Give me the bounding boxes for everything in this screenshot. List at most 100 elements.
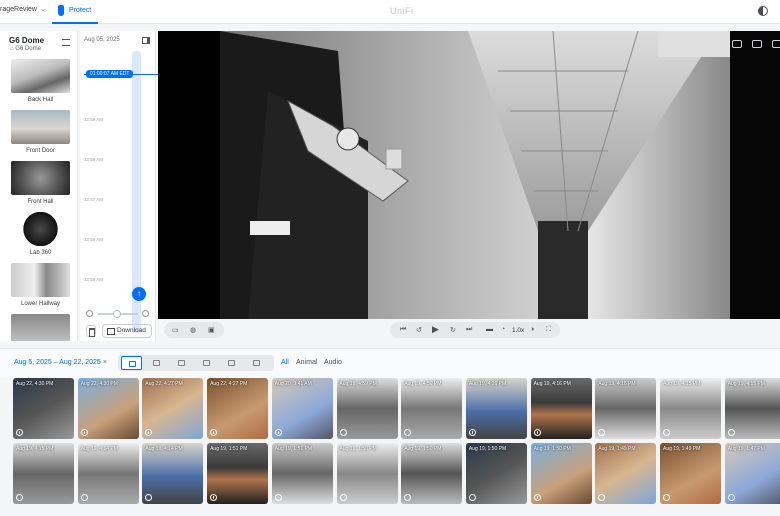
- filter-license-plate[interactable]: [221, 356, 242, 370]
- filter-audio-level[interactable]: [246, 356, 267, 370]
- filter-all[interactable]: All: [281, 359, 289, 366]
- rewind-icon[interactable]: ↺: [416, 326, 422, 334]
- camera-item-lower-hallway[interactable]: Lower Hallway: [11, 263, 70, 307]
- volume-icon[interactable]: ◑: [530, 326, 534, 333]
- playback-controls: ⏮ ↺ ▶ ↻ ⏭ ▬ ◔ 1.0x ◑ ⛶: [390, 322, 560, 338]
- camera-panel-subtitle: ⌂ G6 Dome: [10, 46, 41, 52]
- timeline-tick: 12:56 AM: [84, 237, 104, 242]
- face-icon: [339, 494, 347, 501]
- event-card[interactable]: Aug 19, 4:15 PM: [724, 378, 780, 439]
- event-card[interactable]: Aug 19, 1:50 PM: [465, 443, 527, 504]
- filter-face[interactable]: [171, 356, 192, 370]
- event-timestamp: Aug 19, 4:16 PM: [468, 381, 507, 387]
- event-card[interactable]: Aug 19, 4:15 PM: [13, 443, 74, 504]
- date-range-picker[interactable]: Aug 5, 2025 – Aug 22, 2025: [14, 359, 101, 366]
- filter-all-events[interactable]: [121, 356, 142, 370]
- play-icon[interactable]: ▶: [432, 324, 439, 335]
- event-card[interactable]: Aug 19, 1:49 PM: [595, 443, 657, 504]
- timeline-zoom-slider[interactable]: [86, 309, 152, 319]
- camera-item[interactable]: [11, 314, 70, 341]
- forward-icon[interactable]: ↻: [450, 326, 456, 334]
- video-player[interactable]: [158, 31, 780, 319]
- download-button[interactable]: Download: [102, 324, 152, 338]
- crop-icon[interactable]: [732, 40, 742, 48]
- filter-audio[interactable]: Audio: [324, 359, 342, 366]
- event-timestamp: Aug 22, 4:30 PM: [80, 381, 118, 387]
- timeline-date[interactable]: Aug 05, 2025: [84, 37, 120, 43]
- fullscreen-icon[interactable]: ⛶: [546, 326, 551, 334]
- filter-animal[interactable]: Animal: [296, 359, 317, 366]
- event-card[interactable]: Aug 19, 1:50 PM: [530, 443, 592, 504]
- zoom-handle[interactable]: [113, 310, 121, 318]
- sidebar-toggle-icon[interactable]: [142, 37, 150, 44]
- camera-item-front-hall[interactable]: Front Hall: [11, 161, 70, 205]
- event-card[interactable]: Aug 19, 1:50 PM: [336, 443, 398, 504]
- event-card[interactable]: Aug 22, 4:30 PM: [77, 378, 139, 439]
- zoom-out-icon[interactable]: [86, 310, 93, 317]
- captions-icon[interactable]: ▬: [486, 326, 493, 333]
- snapshot-icon[interactable]: [752, 40, 762, 48]
- event-card[interactable]: Aug 20, 9:41 AM: [271, 378, 333, 439]
- filter-person[interactable]: [146, 356, 167, 370]
- event-timestamp: Aug 19, 4:15 PM: [663, 381, 701, 387]
- motion-zones-icon[interactable]: ◍: [190, 326, 196, 334]
- event-card[interactable]: Aug 22, 4:27 PM: [207, 378, 269, 439]
- event-timestamp: Aug 19, 1:47 PM: [727, 446, 765, 452]
- event-timestamp: Aug 19, 1:51 PM: [210, 446, 248, 452]
- top-bar: rageReview ⌄ Protect UniFi: [0, 0, 780, 24]
- camera-item-front-door[interactable]: Front Door: [11, 110, 70, 154]
- chevron-down-icon[interactable]: ⌄: [40, 5, 46, 13]
- event-timestamp: Aug 19, 1:49 PM: [663, 446, 701, 452]
- event-card[interactable]: Aug 19, 4:59 PM: [401, 378, 463, 439]
- camera-item-back-hall[interactable]: Back Hall: [11, 59, 70, 103]
- filter-vehicle[interactable]: [196, 356, 217, 370]
- trash-icon[interactable]: [86, 325, 96, 337]
- tab-protect[interactable]: Protect: [52, 0, 98, 24]
- theme-toggle-icon[interactable]: [758, 6, 768, 16]
- event-card[interactable]: Aug 19, 1:49 PM: [660, 443, 721, 504]
- skip-next-icon[interactable]: ⏭: [466, 326, 472, 334]
- event-card[interactable]: Aug 19, 4:14 PM: [142, 443, 204, 504]
- camera-panel-title: G6 Dome: [9, 36, 45, 45]
- face-icon: [178, 360, 185, 366]
- event-card[interactable]: Aug 19, 4:16 PM: [530, 378, 592, 439]
- face-icon: [145, 494, 153, 501]
- face-icon: [663, 494, 670, 501]
- event-card[interactable]: Aug 19, 1:51 PM: [271, 443, 333, 504]
- event-card[interactable]: Aug 19, 4:16 PM: [595, 378, 657, 439]
- jump-to-live-button[interactable]: ↑: [132, 287, 146, 301]
- person-icon: [210, 494, 218, 501]
- camera-item-lab-360[interactable]: Lab 360: [11, 212, 70, 256]
- skip-previous-icon[interactable]: ⏮: [400, 326, 406, 334]
- event-card[interactable]: Aug 22, 4:30 PM: [13, 378, 74, 439]
- filter-icon[interactable]: [62, 39, 70, 46]
- event-card[interactable]: Aug 19, 4:15 PM: [660, 378, 721, 439]
- camera-name: Lab 360: [29, 250, 52, 256]
- event-card[interactable]: Aug 19, 4:59 PM: [336, 378, 398, 439]
- event-card[interactable]: Aug 19, 1:50 PM: [401, 443, 463, 504]
- timeline-actions: Download: [80, 322, 158, 340]
- face-icon: [727, 494, 735, 501]
- camera-name: Back Hall: [27, 97, 54, 103]
- event-card[interactable]: Aug 19, 1:51 PM: [207, 443, 269, 504]
- event-card[interactable]: Aug 19, 1:47 PM: [724, 443, 780, 504]
- app-switcher-label[interactable]: rageReview: [0, 6, 37, 13]
- playhead-time[interactable]: 01:00:07 AM EDT: [86, 70, 134, 78]
- clear-date-button[interactable]: ×: [103, 359, 107, 366]
- event-card[interactable]: Aug 19, 4:16 PM: [465, 378, 527, 439]
- settings-icon[interactable]: [772, 40, 780, 48]
- face-icon: [274, 494, 282, 501]
- event-card[interactable]: Aug 22, 4:27 PM: [142, 378, 204, 439]
- detections-icon[interactable]: ▣: [208, 326, 215, 334]
- zoom-in-icon[interactable]: [142, 310, 149, 317]
- speed-icon[interactable]: ◔: [501, 326, 505, 333]
- person-icon: [145, 429, 153, 436]
- camera-panel: G6 Dome ⌂ G6 Dome Back Hall Front Door F…: [0, 31, 78, 341]
- event-timestamp: Aug 19, 1:50 PM: [339, 446, 377, 452]
- playback-rate[interactable]: 1.0x: [512, 327, 524, 334]
- protect-icon: [58, 5, 64, 16]
- camera-panel-subtitle-text: G6 Dome: [15, 46, 41, 52]
- layout-icon[interactable]: ▭: [172, 326, 179, 334]
- event-card[interactable]: Aug 19, 4:14 PM: [77, 443, 139, 504]
- camera-thumbnail: [11, 314, 70, 341]
